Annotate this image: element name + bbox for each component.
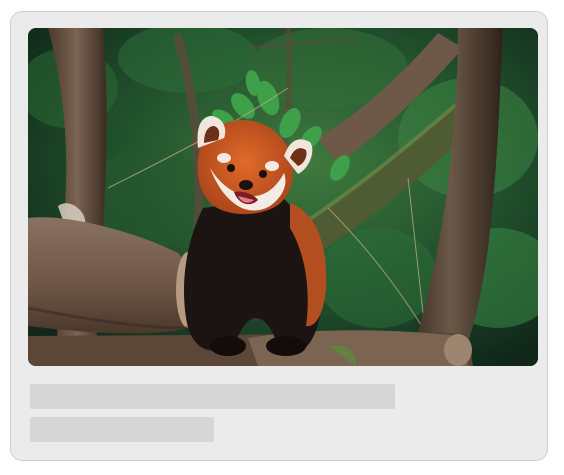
- red-panda-image: [28, 28, 538, 366]
- placeholder-title-line: [30, 384, 395, 409]
- placeholder-subtitle-line: [30, 417, 214, 442]
- content-card: [10, 11, 548, 461]
